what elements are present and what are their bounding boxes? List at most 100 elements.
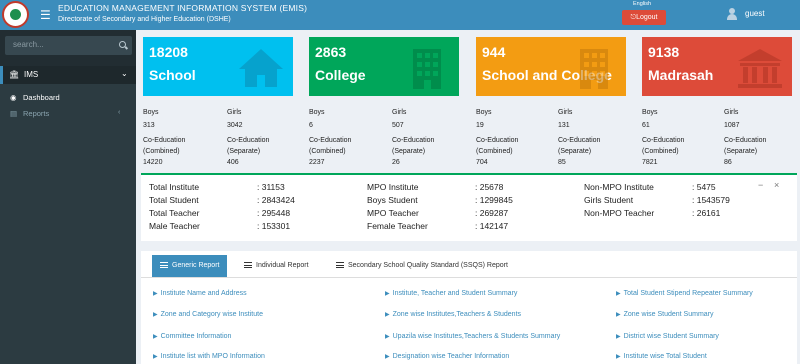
girls-label: Girls: [724, 109, 739, 116]
tabs-divider: [141, 277, 797, 278]
logout-button[interactable]: ⎋Logout: [622, 10, 666, 25]
triangle-right-icon: ▶: [153, 334, 158, 340]
triangle-right-icon: ▶: [385, 334, 390, 340]
report-link[interactable]: ▶ Institute list with MPO Information: [153, 353, 265, 360]
coed-combined-label: Co-Education (Combined): [476, 137, 519, 155]
menu-toggle-icon[interactable]: ☰: [40, 8, 51, 22]
tab-ssqs-report[interactable]: Secondary School Quality Standard (SSQS)…: [336, 255, 508, 277]
girls-value: 131: [558, 122, 570, 129]
triangle-right-icon: ▶: [153, 291, 158, 297]
report-link[interactable]: ▶ Institute wise Total Student: [616, 353, 707, 360]
total-institute-label: Total Institute: [149, 182, 200, 192]
girls-label: Girls: [558, 109, 573, 116]
building-icon: [580, 49, 608, 89]
school-box[interactable]: 18208 School: [143, 37, 293, 96]
sidebar-item-dashboard[interactable]: ◉ Dashboard: [10, 93, 60, 102]
girls-label: Girls: [392, 109, 407, 116]
girls-label: Girls: [227, 109, 242, 116]
tab-label: Individual Report: [256, 262, 309, 269]
coed-combined-value: 2237: [309, 159, 325, 166]
report-link[interactable]: ▶ Committee Information: [153, 333, 231, 340]
app-title: EDUCATION MANAGEMENT INFORMATION SYSTEM …: [58, 3, 308, 13]
sidebar-item-ims[interactable]: 🏛 IMS ⌄: [0, 66, 136, 84]
report-link[interactable]: ▶ District wise Student Summary: [616, 333, 719, 340]
report-link[interactable]: ▶ Institute Name and Address: [153, 290, 247, 297]
tab-label: Generic Report: [172, 262, 220, 269]
coed-combined-value: 7821: [642, 159, 658, 166]
language-link[interactable]: English: [633, 1, 651, 7]
triangle-right-icon: ▶: [385, 354, 390, 360]
report-link[interactable]: ▶ Total Student Stipend Repeater Summary: [616, 290, 753, 297]
triangle-right-icon: ▶: [616, 312, 621, 318]
school-and-college-box[interactable]: 944 School and College: [476, 37, 626, 96]
reports-tab-panel: Generic Report Individual Report Seconda…: [141, 251, 797, 364]
minimize-icon[interactable]: −: [758, 180, 763, 190]
search-placeholder: search...: [13, 40, 44, 49]
girls-value: 1087: [724, 122, 740, 129]
mpo-teacher-label: MPO Teacher: [367, 208, 419, 218]
non-mpo-institute-value: : 5475: [692, 182, 716, 192]
college-box[interactable]: 2863 College: [309, 37, 459, 96]
report-link[interactable]: ▶ Upazila wise Institutes,Teachers & Stud…: [385, 333, 560, 340]
tab-generic-report[interactable]: Generic Report: [152, 255, 228, 277]
tab-individual-report[interactable]: Individual Report: [244, 255, 309, 277]
report-link[interactable]: ▶ Zone wise Student Summary: [616, 311, 714, 318]
male-teacher-label: Male Teacher: [149, 221, 200, 231]
report-link[interactable]: ▶ Institute, Teacher and Student Summary: [385, 290, 517, 297]
girls-student-value: : 1543579: [692, 195, 730, 205]
coed-separate-label: Co-Education (Separate): [392, 137, 435, 155]
madrasah-box[interactable]: 9138 Madrasah: [642, 37, 792, 96]
report-link-label: Zone wise Institutes,Teachers & Students: [392, 311, 522, 318]
box-label: School: [149, 67, 196, 83]
triangle-right-icon: ▶: [385, 291, 390, 297]
total-student-value: : 2843424: [257, 195, 295, 205]
boys-student-value: : 1299845: [475, 195, 513, 205]
female-teacher-value: : 142147: [475, 221, 509, 231]
box-count: 944: [482, 44, 506, 60]
sidebar: search... 🏛 IMS ⌄ ◉ Dashboard ▤ Reports ‹: [0, 30, 136, 364]
sidebar-item-label: IMS: [24, 70, 39, 79]
boys-value: 61: [642, 122, 650, 129]
username[interactable]: guest: [745, 9, 765, 18]
triangle-right-icon: ▶: [385, 312, 390, 318]
search-input[interactable]: search...: [5, 36, 132, 55]
report-link-label: Total Student Stipend Repeater Summary: [623, 290, 753, 297]
non-mpo-institute-label: Non-MPO Institute: [584, 182, 654, 192]
user-icon[interactable]: [727, 8, 737, 20]
triangle-right-icon: ▶: [153, 312, 158, 318]
report-link[interactable]: ▶ Zone wise Institutes,Teachers & Student…: [385, 311, 521, 318]
list-icon: [336, 262, 344, 269]
report-link-label: Committee Information: [160, 333, 232, 340]
boys-label: Boys: [642, 109, 658, 116]
boys-label: Boys: [476, 109, 492, 116]
bank-icon: 🏛: [9, 70, 20, 79]
chart-icon: ▤: [10, 109, 18, 118]
chevron-down-icon: ⌄: [121, 69, 128, 78]
box-label: Madrasah: [648, 67, 714, 83]
coed-separate-value: 26: [392, 159, 400, 166]
sidebar-item-label: Reports: [23, 109, 50, 118]
coed-combined-value: 704: [476, 159, 488, 166]
search-icon[interactable]: [119, 41, 126, 48]
female-teacher-label: Female Teacher: [367, 221, 428, 231]
coed-separate-value: 86: [724, 159, 732, 166]
box-count: 2863: [315, 44, 347, 60]
report-link[interactable]: ▶ Designation wise Teacher Information: [385, 353, 509, 360]
coed-separate-label: Co-Education (Separate): [558, 137, 601, 155]
app-subtitle: Directorate of Secondary and Higher Educ…: [58, 16, 231, 23]
mpo-institute-label: MPO Institute: [367, 182, 419, 192]
report-link[interactable]: ▶ Zone and Category wise Institute: [153, 311, 263, 318]
chevron-left-icon: ‹: [118, 109, 121, 116]
girls-student-label: Girls Student: [584, 195, 634, 205]
building-icon: [413, 49, 441, 89]
close-icon[interactable]: ×: [774, 180, 779, 190]
triangle-right-icon: ▶: [616, 354, 621, 360]
sidebar-submenu: ◉ Dashboard ▤ Reports ‹: [0, 84, 136, 364]
coed-combined-label: Co-Education (Combined): [309, 137, 352, 155]
male-teacher-value: : 153301: [257, 221, 291, 231]
coed-separate-label: Co-Education (Separate): [724, 137, 767, 155]
coed-separate-value: 406: [227, 159, 239, 166]
sidebar-item-reports[interactable]: ▤ Reports: [10, 109, 49, 118]
boys-value: 6: [309, 122, 313, 129]
sidebar-item-label: Dashboard: [23, 93, 60, 102]
